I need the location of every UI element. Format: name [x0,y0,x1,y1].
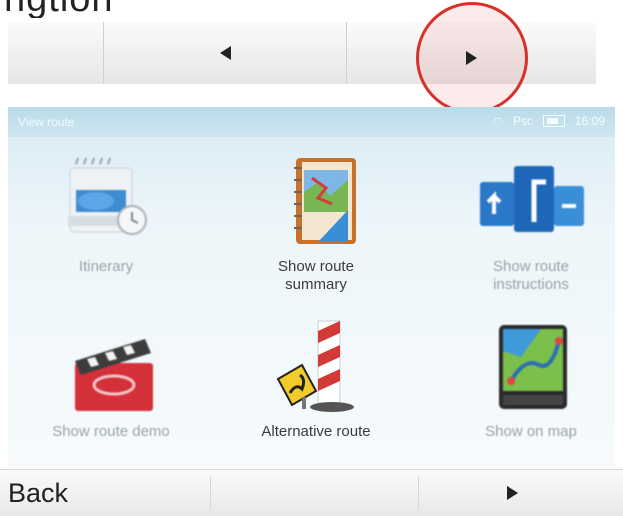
triangle-right-icon [466,51,477,65]
bottom-divider [210,476,211,510]
route-instructions-icon [476,152,586,252]
status-indicators: ◠ Psc 16:09 [493,114,605,128]
tile-label: Show route demo [52,423,170,440]
route-demo-icon [61,317,161,417]
previous-page-button[interactable] [103,22,346,84]
top-bar-segment-empty [8,22,103,84]
route-summary-icon [266,152,366,252]
tile-alternative-route[interactable]: Alternative route [231,317,401,441]
alternative-route-icon [266,317,366,417]
navigation-screen: View route ◠ Psc 16:09 Itinerary Show ro… [8,107,615,467]
heading-text: ngtion [4,0,114,18]
tile-route-demo[interactable]: Show route demo [36,317,186,441]
tile-label: Show route summary [278,258,354,293]
tile-show-on-map[interactable]: Show on map [456,317,606,441]
tile-label: Alternative route [261,423,371,440]
tile-label: Itinerary [78,258,134,275]
tile-label: Show on map [485,423,577,440]
gps-signal-icon: ◠ [493,115,503,128]
battery-icon [542,115,565,127]
back-button[interactable]: Back [8,478,68,509]
heading-fragment: ngtion [0,0,623,18]
signal-label: Psc [512,114,533,128]
bottom-divider [418,476,419,510]
screen-title: View route [18,115,75,129]
tile-label: Show route instructions [493,258,569,293]
status-bar: View route ◠ Psc 16:09 [8,107,615,137]
tile-route-instructions[interactable]: Show route instructions [456,152,606,294]
triangle-left-icon [219,46,231,60]
tile-route-summary[interactable]: Show route summary [241,152,391,294]
tile-itinerary[interactable]: Itinerary [36,152,176,276]
itinerary-icon [56,152,156,252]
next-button[interactable] [507,486,518,500]
clock: 16:09 [574,114,605,128]
show-on-map-icon [481,317,581,417]
bottom-bar: Back [0,469,623,516]
